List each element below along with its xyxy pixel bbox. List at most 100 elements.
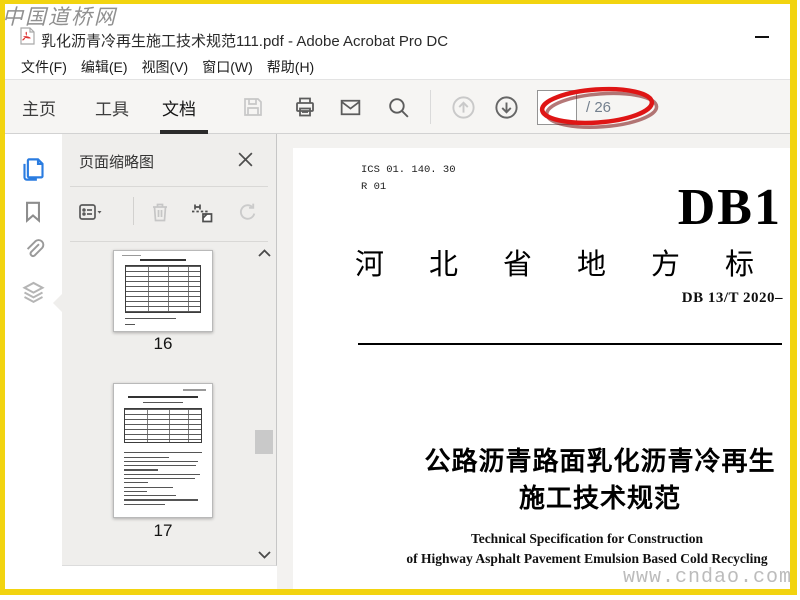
menu-window[interactable]: 窗口(W) [195, 55, 260, 79]
rotate-pages-button[interactable] [232, 197, 262, 227]
document-pane: ICS 01. 140. 30 R 01 DB1 河 北 省 地 方 标 DB 1… [277, 134, 790, 589]
close-icon [238, 152, 252, 166]
frame-border-left [0, 0, 5, 595]
thumbnail-content [123, 407, 203, 443]
chevron-down-icon [257, 551, 271, 559]
tab-document[interactable]: 文档 [162, 95, 196, 120]
thumbnail-text-line [123, 469, 159, 471]
active-panel-notch [53, 294, 62, 312]
frame-border-bottom [0, 589, 797, 595]
scrollbar-thumb[interactable] [255, 430, 273, 454]
paperclip-icon [26, 239, 45, 257]
menu-edit[interactable]: 编辑(E) [74, 55, 135, 79]
previous-page-button[interactable] [448, 92, 478, 122]
thumbnail-text-line [123, 486, 174, 488]
menu-view[interactable]: 视图(V) [135, 55, 196, 79]
window-title: 乳化沥青冷再生施工技术规范111.pdf - Adobe Acrobat Pro… [41, 33, 449, 50]
rotate-icon [239, 203, 255, 220]
thumbnail-content [127, 395, 199, 398]
thumbnail-text-line [123, 495, 177, 497]
layers-panel-button[interactable] [20, 279, 47, 306]
navigation-rail [5, 134, 62, 566]
thumbnail-content [143, 401, 183, 404]
menu-bar: 文件(F) 编辑(E) 视图(V) 窗口(W) 帮助(H) [5, 55, 790, 79]
page-thumbnails-icon [23, 158, 44, 181]
page-thumbnails-panel: 页面缩略图 16 17 [62, 134, 277, 566]
thumbnail-text-line [123, 482, 149, 484]
bookmarks-panel-button[interactable] [20, 199, 47, 226]
chevron-up-icon [257, 249, 271, 257]
thumbnail-text-line [123, 465, 197, 467]
thumbnail-text-line [123, 452, 202, 454]
thumbnail-text-line [123, 490, 147, 492]
thumbnail-text-line [123, 499, 198, 501]
scroll-up-button[interactable] [253, 242, 275, 264]
panel-separator [70, 186, 268, 187]
page-number-input[interactable] [537, 90, 577, 125]
horizontal-rule [358, 343, 782, 345]
thumbnail-label-17: 17 [153, 521, 173, 540]
menu-help[interactable]: 帮助(H) [260, 55, 321, 79]
delete-pages-button[interactable] [145, 197, 175, 227]
trash-icon [153, 203, 167, 222]
panel-close-button[interactable] [232, 146, 258, 172]
thumbnail-text-line [123, 473, 201, 475]
thumbnail-label-16: 16 [153, 334, 173, 353]
arrow-down-circle-icon [494, 95, 518, 119]
acrobat-window: 乳化沥青冷再生施工技术规范111.pdf - Adobe Acrobat Pro… [0, 0, 800, 600]
thumbnail-content [121, 255, 142, 257]
save-button[interactable] [238, 92, 268, 122]
province-standard-label: 河 北 省 地 方 标 [355, 249, 763, 281]
thumbnail-scrollbar [253, 242, 275, 566]
thumbnail-options-button[interactable] [75, 197, 105, 227]
thumbnail-content [182, 389, 207, 391]
crop-pages-icon [192, 204, 213, 222]
menu-file[interactable]: 文件(F) [14, 55, 74, 79]
bookmark-icon [26, 201, 40, 223]
layers-icon [22, 281, 45, 303]
next-page-button[interactable] [491, 92, 521, 122]
arrow-up-circle-icon [451, 95, 475, 119]
main-toolbar: 主页 工具 文档 / 26 [5, 79, 790, 134]
print-button[interactable] [290, 92, 320, 122]
title-bar: 乳化沥青冷再生施工技术规范111.pdf - Adobe Acrobat Pro… [5, 4, 790, 55]
panel-title: 页面缩略图 [79, 154, 155, 171]
frame-border-top [0, 0, 796, 4]
panel-tool-separator [133, 197, 134, 225]
crop-pages-button[interactable] [188, 197, 218, 227]
print-icon [296, 97, 314, 117]
pdf-page: ICS 01. 140. 30 R 01 DB1 河 北 省 地 方 标 DB 1… [293, 148, 790, 589]
thumbnail-page-16[interactable] [113, 250, 213, 332]
page-thumbnails-panel-button[interactable] [20, 156, 47, 183]
thumbnail-text-line [123, 477, 195, 480]
thumbnail-text-line [123, 503, 165, 505]
thumbnail-page-17[interactable] [113, 383, 213, 518]
tab-home[interactable]: 主页 [22, 95, 56, 120]
pdf-file-icon [18, 27, 36, 45]
save-icon [244, 98, 262, 116]
thumbnail-content [140, 259, 186, 261]
tab-tools[interactable]: 工具 [95, 95, 129, 120]
email-button[interactable] [335, 92, 365, 122]
attachments-panel-button[interactable] [20, 235, 47, 262]
page-count-label: / 26 [586, 99, 612, 116]
thumbnail-text-line [123, 456, 170, 458]
document-title-en: Technical Specification for Construction… [406, 531, 768, 566]
toolbar-separator [430, 90, 431, 124]
thumbnail-text-line [123, 460, 198, 462]
panel-separator [70, 241, 268, 242]
thumbnail-content [124, 318, 176, 320]
minimize-button[interactable] [755, 36, 769, 38]
document-title-cn: 公路沥青路面乳化沥青冷再生 施工技术规范 [424, 447, 776, 513]
standard-code: DB 13/T 2020– [681, 290, 783, 306]
frame-border-right [790, 0, 797, 595]
search-button[interactable] [383, 92, 413, 122]
options-menu-icon [79, 204, 102, 220]
email-icon [340, 99, 360, 115]
thumbnail-content [124, 264, 202, 313]
ics-code: ICS 01. 140. 30 R 01 [361, 164, 456, 193]
scroll-down-button[interactable] [253, 544, 275, 566]
search-icon [388, 97, 409, 118]
thumbnail-content [124, 323, 135, 325]
thumbnail-content [123, 449, 206, 513]
